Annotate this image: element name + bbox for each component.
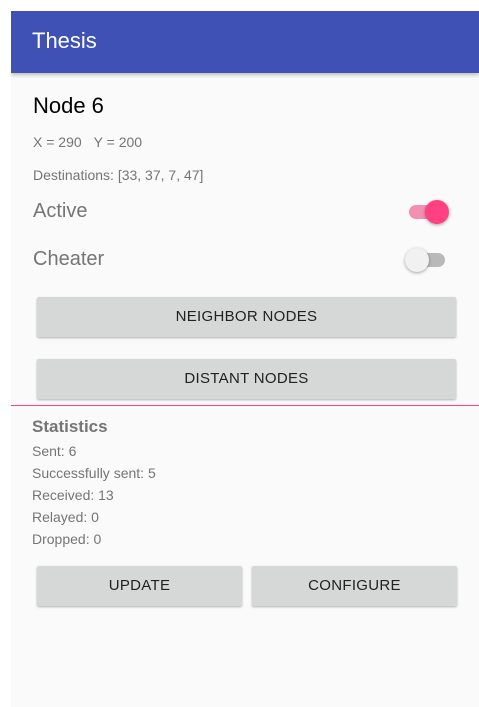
cheater-switch-thumb [405, 248, 429, 272]
app-title: Thesis [32, 28, 97, 53]
section-divider [11, 405, 479, 406]
y-coordinate: Y = 200 [93, 134, 143, 150]
cheater-switch[interactable] [405, 248, 447, 272]
neighbor-nodes-button[interactable]: NEIGHBOR NODES [37, 297, 456, 337]
stat-dropped: Dropped: 0 [32, 531, 102, 547]
app-screen: Thesis Node 6 X = 290 Y = 200 Destinations… [11, 11, 479, 707]
cheater-label: Cheater [33, 248, 105, 270]
stat-successfully-sent: Successfully sent: 5 [32, 465, 156, 481]
app-bar: Thesis [11, 11, 479, 73]
configure-button[interactable]: CONFIGURE [252, 566, 457, 606]
destinations-text: Destinations: [33, 37, 7, 47] [33, 167, 204, 183]
node-coordinates: X = 290 Y = 200 [33, 133, 154, 151]
active-row: Active [33, 197, 453, 227]
statistics-heading: Statistics [32, 417, 108, 436]
active-switch[interactable] [407, 200, 449, 224]
active-label: Active [33, 200, 88, 222]
x-coordinate: X = 290 [33, 134, 82, 150]
node-label: Node [33, 93, 86, 118]
node-title: Node 6 [33, 92, 110, 120]
stat-sent: Sent: 6 [32, 443, 77, 459]
stat-relayed: Relayed: 0 [32, 509, 99, 525]
distant-nodes-button[interactable]: DISTANT NODES [37, 359, 456, 399]
update-button[interactable]: UPDATE [37, 566, 242, 606]
node-number: 6 [91, 93, 104, 118]
cheater-row: Cheater [33, 245, 453, 275]
stat-received: Received: 13 [32, 487, 114, 503]
active-switch-thumb [425, 200, 449, 224]
